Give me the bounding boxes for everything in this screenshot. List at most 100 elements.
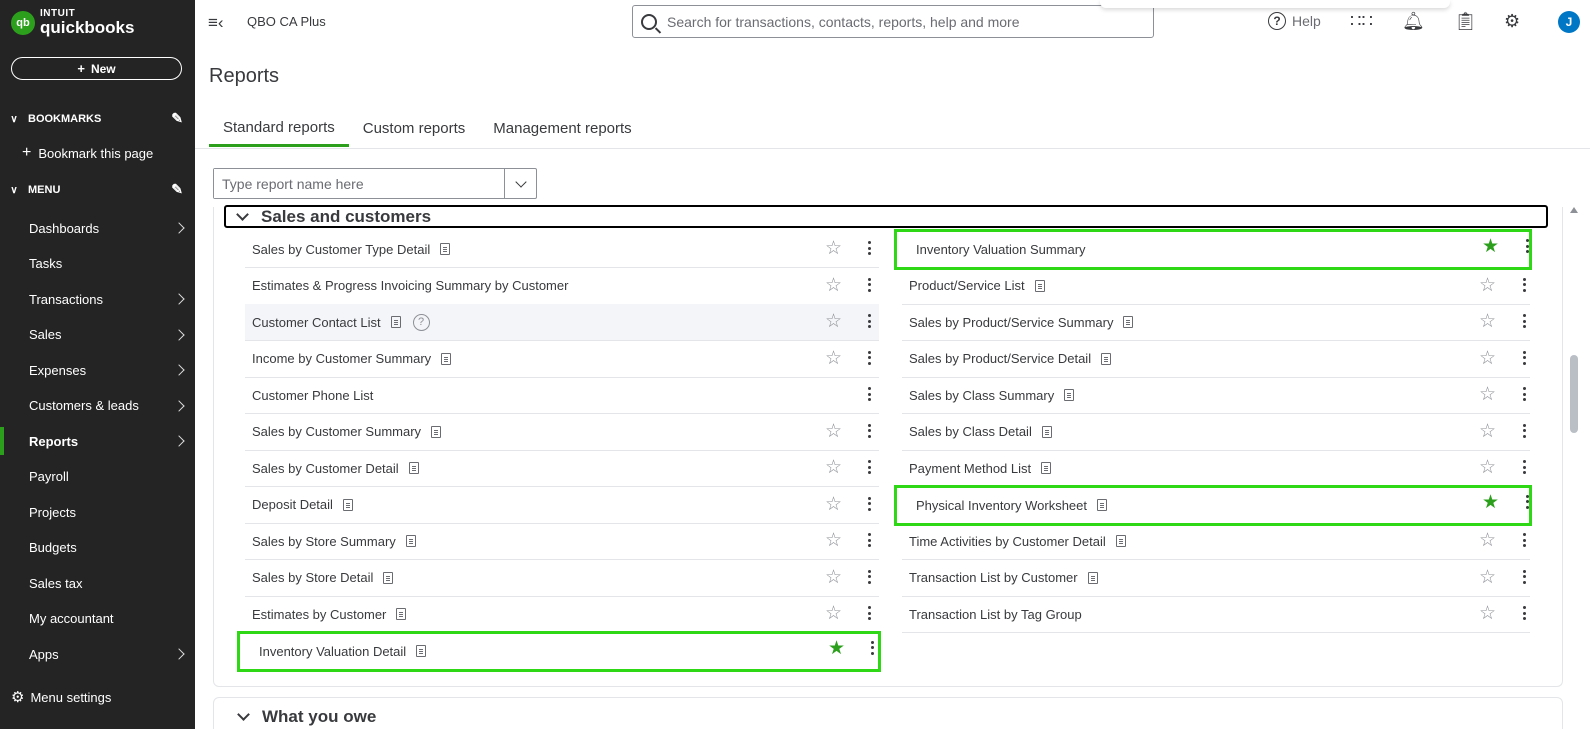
more-options-icon[interactable] <box>867 460 871 477</box>
star-outline-icon[interactable]: ☆ <box>1479 310 1496 333</box>
sidebar-item-projects[interactable]: Projects <box>0 495 195 529</box>
report-row[interactable]: Transaction List by Customer ☆ <box>902 560 1530 597</box>
report-name-link[interactable]: Physical Inventory Worksheet <box>916 498 1087 513</box>
document-icon[interactable] <box>390 316 401 328</box>
more-options-icon[interactable] <box>867 606 871 623</box>
more-options-icon[interactable] <box>867 533 871 550</box>
report-name-link[interactable]: Time Activities by Customer Detail <box>909 534 1106 549</box>
report-name-link[interactable]: Product/Service List <box>909 278 1025 293</box>
document-icon[interactable] <box>1041 425 1052 438</box>
report-search-dropdown[interactable] <box>504 169 536 198</box>
report-name-link[interactable]: Sales by Customer Detail <box>252 461 399 476</box>
more-options-icon[interactable] <box>1522 423 1526 441</box>
report-name-link[interactable]: Sales by Customer Type Detail <box>252 242 430 257</box>
more-options-icon[interactable] <box>867 277 871 295</box>
settings-gear-icon[interactable]: ⚙ <box>1504 11 1520 32</box>
report-name-link[interactable]: Inventory Valuation Detail <box>259 644 406 659</box>
report-row[interactable]: Estimates & Progress Invoicing Summary b… <box>245 268 879 305</box>
sidebar-item-sales-tax[interactable]: Sales tax <box>0 566 195 600</box>
more-options-icon[interactable] <box>867 569 871 587</box>
sidebar-item-reports[interactable]: Reports <box>0 424 195 458</box>
star-outline-icon[interactable]: ☆ <box>825 237 842 260</box>
section-header-what-you-owe[interactable]: What you owe <box>213 697 1563 729</box>
help-icon[interactable]: ? <box>412 313 430 331</box>
more-options-icon[interactable] <box>867 314 871 331</box>
report-name-link[interactable]: Sales by Store Detail <box>252 570 373 585</box>
document-icon[interactable] <box>1087 571 1098 584</box>
star-outline-icon[interactable]: ☆ <box>1479 383 1496 406</box>
report-name-link[interactable]: Sales by Customer Summary <box>252 424 421 439</box>
report-row[interactable]: Inventory Valuation Detail ★ <box>237 630 881 672</box>
report-row[interactable]: Customer Contact List? ☆ <box>245 304 879 341</box>
menu-settings[interactable]: ⚙ Menu settings <box>11 688 111 706</box>
document-icon[interactable] <box>1041 462 1052 474</box>
more-options-icon[interactable] <box>1522 387 1526 404</box>
report-name-link[interactable]: Payment Method List <box>909 461 1031 476</box>
report-name-link[interactable]: Transaction List by Tag Group <box>909 607 1082 622</box>
report-row[interactable]: Sales by Customer Detail ☆ <box>245 450 879 487</box>
document-icon[interactable] <box>440 243 451 255</box>
report-row[interactable]: Sales by Class Detail ☆ <box>902 414 1530 451</box>
scrollbar[interactable] <box>1568 205 1580 729</box>
more-options-icon[interactable] <box>1522 533 1526 550</box>
document-icon[interactable] <box>416 645 427 657</box>
sidebar-item-transactions[interactable]: Transactions <box>0 282 195 316</box>
more-options-icon[interactable] <box>1522 350 1526 368</box>
report-name-link[interactable]: Customer Contact List <box>252 315 381 330</box>
document-icon[interactable] <box>441 352 452 365</box>
report-row[interactable]: Sales by Product/Service Summary ☆ <box>902 304 1530 341</box>
more-options-icon[interactable] <box>1525 239 1529 256</box>
report-row[interactable]: Estimates by Customer ☆ <box>245 596 879 633</box>
scroll-up-icon[interactable] <box>1570 207 1578 213</box>
document-icon[interactable] <box>396 608 407 620</box>
report-name-link[interactable]: Inventory Valuation Summary <box>916 242 1086 257</box>
report-row[interactable]: Transaction List by Tag Group ☆ <box>902 596 1530 633</box>
report-name-link[interactable]: Customer Phone List <box>252 388 373 403</box>
document-icon[interactable] <box>431 425 442 438</box>
new-button[interactable]: + New <box>11 57 182 80</box>
star-outline-icon[interactable]: ☆ <box>1479 529 1496 552</box>
sidebar-item-budgets[interactable]: Budgets <box>0 531 195 565</box>
menu-toggle-icon[interactable]: ≡‹ <box>208 13 224 33</box>
pencil-icon[interactable]: ✎ <box>171 181 183 198</box>
sidebar-item-dashboards[interactable]: Dashboards <box>0 211 195 245</box>
star-outline-icon[interactable]: ☆ <box>825 493 842 516</box>
star-outline-icon[interactable]: ☆ <box>825 420 842 443</box>
document-icon[interactable] <box>405 535 416 547</box>
report-name-link[interactable]: Estimates by Customer <box>252 607 386 622</box>
star-outline-icon[interactable]: ☆ <box>1479 602 1496 625</box>
more-options-icon[interactable] <box>867 423 871 441</box>
sidebar-item-my-accountant[interactable]: My accountant <box>0 602 195 636</box>
star-outline-icon[interactable]: ☆ <box>1479 347 1496 370</box>
report-name-link[interactable]: Sales by Store Summary <box>252 534 396 549</box>
star-filled-icon[interactable]: ★ <box>1482 491 1499 514</box>
report-name-link[interactable]: Estimates & Progress Invoicing Summary b… <box>252 278 568 293</box>
sidebar-item-customers-leads[interactable]: Customers & leads <box>0 389 195 423</box>
more-options-icon[interactable] <box>1525 494 1529 512</box>
report-row[interactable]: Product/Service List ☆ <box>902 268 1530 305</box>
more-options-icon[interactable] <box>867 496 871 514</box>
sidebar-item-sales[interactable]: Sales <box>0 318 195 352</box>
document-icon[interactable] <box>1097 499 1107 511</box>
sidebar-item-expenses[interactable]: Expenses <box>0 353 195 387</box>
more-options-icon[interactable] <box>1522 314 1526 331</box>
report-name-link[interactable]: Sales by Class Summary <box>909 388 1054 403</box>
more-options-icon[interactable] <box>1522 277 1526 295</box>
report-row[interactable]: Sales by Store Detail ☆ <box>245 560 879 597</box>
report-row[interactable]: Sales by Store Summary ☆ <box>245 523 879 560</box>
report-row[interactable]: Deposit Detail ☆ <box>245 487 879 524</box>
star-filled-icon[interactable]: ★ <box>1482 235 1499 258</box>
quickbooks-logo[interactable]: qb INTUIT quickbooks <box>11 9 134 36</box>
apps-grid-icon[interactable]: ∷∷ <box>1350 11 1373 32</box>
report-row[interactable]: Physical Inventory Worksheet ★ <box>894 484 1532 526</box>
bookmark-this-page[interactable]: + Bookmark this page <box>22 144 153 162</box>
section-header-sales-and-customers[interactable]: Sales and customers <box>224 205 1548 228</box>
global-search[interactable] <box>632 5 1154 38</box>
sidebar-item-apps[interactable]: Apps <box>0 637 195 671</box>
document-icon[interactable] <box>1101 352 1112 365</box>
star-outline-icon[interactable]: ☆ <box>1479 274 1496 297</box>
menu-header[interactable]: ∨ MENU ✎ <box>0 178 195 202</box>
document-icon[interactable] <box>1115 535 1126 547</box>
report-row[interactable]: Customer Phone List <box>245 377 879 414</box>
star-outline-icon[interactable]: ☆ <box>825 602 842 625</box>
